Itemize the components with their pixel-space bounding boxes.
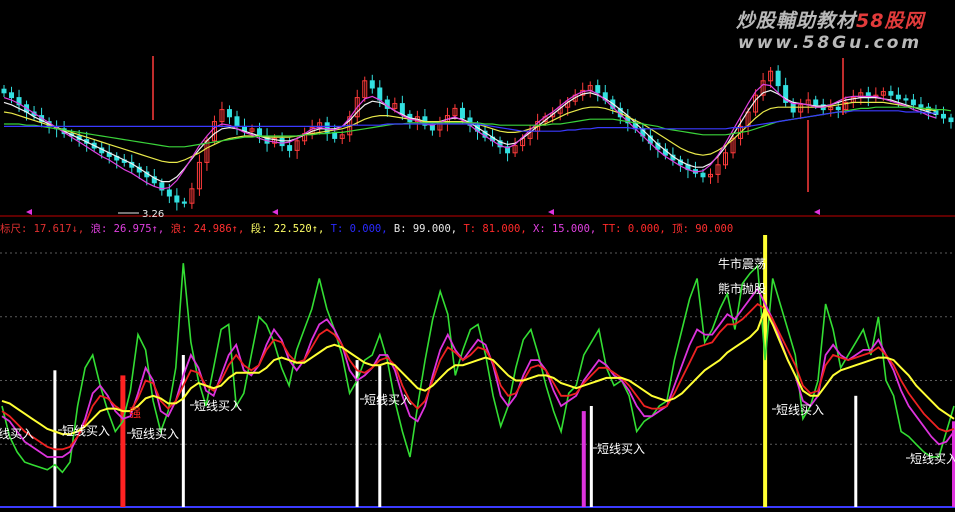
oscillator-pane[interactable]: 线买入 短线买入 短线买入短线买入 短线买入短线买入短线买入短线买入强牛市震荡熊市抛股 bbox=[0, 235, 955, 512]
candle-body bbox=[399, 103, 405, 115]
candle-body bbox=[888, 91, 894, 96]
readout-item: X: 15.000, bbox=[526, 223, 597, 235]
candle-body bbox=[332, 131, 338, 139]
marker-triangle bbox=[272, 209, 278, 215]
candle-body bbox=[1, 88, 7, 94]
candle-body bbox=[181, 201, 187, 204]
price-pane[interactable]: 3.26 bbox=[0, 0, 955, 218]
buy-signal-label: 线买入 bbox=[0, 427, 34, 441]
candle-body bbox=[813, 99, 819, 106]
candle-body bbox=[940, 113, 946, 119]
marker-triangle bbox=[814, 209, 820, 215]
stock-chart-screen: 炒股輔助教材58股网 www.58Gu.com 3.26 标尺: 17.617↓… bbox=[0, 0, 955, 512]
candle-body bbox=[948, 117, 954, 123]
readout-item: 浪: 24.986↑, bbox=[164, 223, 245, 235]
candle-body bbox=[700, 172, 706, 178]
buy-signal-label: 短线买入 bbox=[131, 427, 179, 441]
candle-body bbox=[257, 128, 263, 137]
readout-item: TT: 0.000, bbox=[596, 223, 666, 235]
candle-body bbox=[429, 124, 435, 131]
buy-signal-bar bbox=[589, 406, 593, 507]
candle-body bbox=[895, 94, 901, 100]
ma_magenta-line bbox=[3, 83, 937, 190]
buy-signal-label: 短线买入 bbox=[194, 399, 242, 413]
buy-signal-label: 短线买入 bbox=[776, 403, 824, 417]
bull-market-label: 牛市震荡 bbox=[718, 256, 766, 271]
candle-body bbox=[226, 109, 232, 118]
buy-signal-label: 短线买入 bbox=[597, 442, 645, 456]
candle-body bbox=[234, 116, 240, 127]
candle-body bbox=[775, 70, 781, 87]
candle-body bbox=[910, 99, 916, 106]
readout-item: T: 0.000, bbox=[324, 223, 388, 235]
buy-signal-bar bbox=[581, 411, 586, 507]
buy-signal-bar bbox=[854, 395, 858, 507]
strong-signal-label: 强 bbox=[129, 406, 141, 420]
candle-body bbox=[9, 92, 15, 99]
candle-body bbox=[595, 85, 601, 94]
buy-signal-label: 短线买入 bbox=[910, 452, 955, 466]
candle-body bbox=[174, 195, 180, 203]
readout-item: 段: 22.520↑, bbox=[244, 223, 325, 235]
readout-item: 标尺: 17.617↓, bbox=[0, 223, 85, 235]
candle-body bbox=[287, 145, 293, 151]
marker-triangle bbox=[26, 209, 32, 215]
readout-item: T: 81.000, bbox=[457, 223, 527, 235]
candle-body bbox=[459, 107, 465, 119]
indicator-readout: 标尺: 17.617↓, 浪: 26.975↑, 浪: 24.986↑, 段: … bbox=[0, 221, 733, 235]
marker-triangle bbox=[548, 209, 554, 215]
bull-bear-bar bbox=[763, 235, 768, 507]
candle-body bbox=[377, 87, 383, 101]
candle-body bbox=[903, 98, 909, 101]
readout-item: 浪: 26.975↑, bbox=[84, 223, 165, 235]
buy-signal-label: 短线买入 bbox=[364, 393, 412, 407]
buy-signal-bar bbox=[53, 370, 57, 507]
strong-signal-bar bbox=[120, 375, 126, 507]
bear-market-label: 熊市抛股 bbox=[718, 281, 766, 296]
candle-body bbox=[279, 137, 285, 147]
readout-item: 顶: 90.000 bbox=[665, 223, 734, 235]
candle-body bbox=[369, 80, 375, 89]
candle-body bbox=[166, 189, 172, 197]
candle-body bbox=[918, 104, 924, 108]
buy-signal-bar bbox=[378, 365, 382, 507]
candle-body bbox=[835, 106, 841, 111]
readout-item: B: 99.000, bbox=[387, 223, 458, 235]
buy-signal-label: 短线买入 bbox=[62, 424, 110, 438]
price-low-label: 3.26 bbox=[142, 209, 164, 218]
